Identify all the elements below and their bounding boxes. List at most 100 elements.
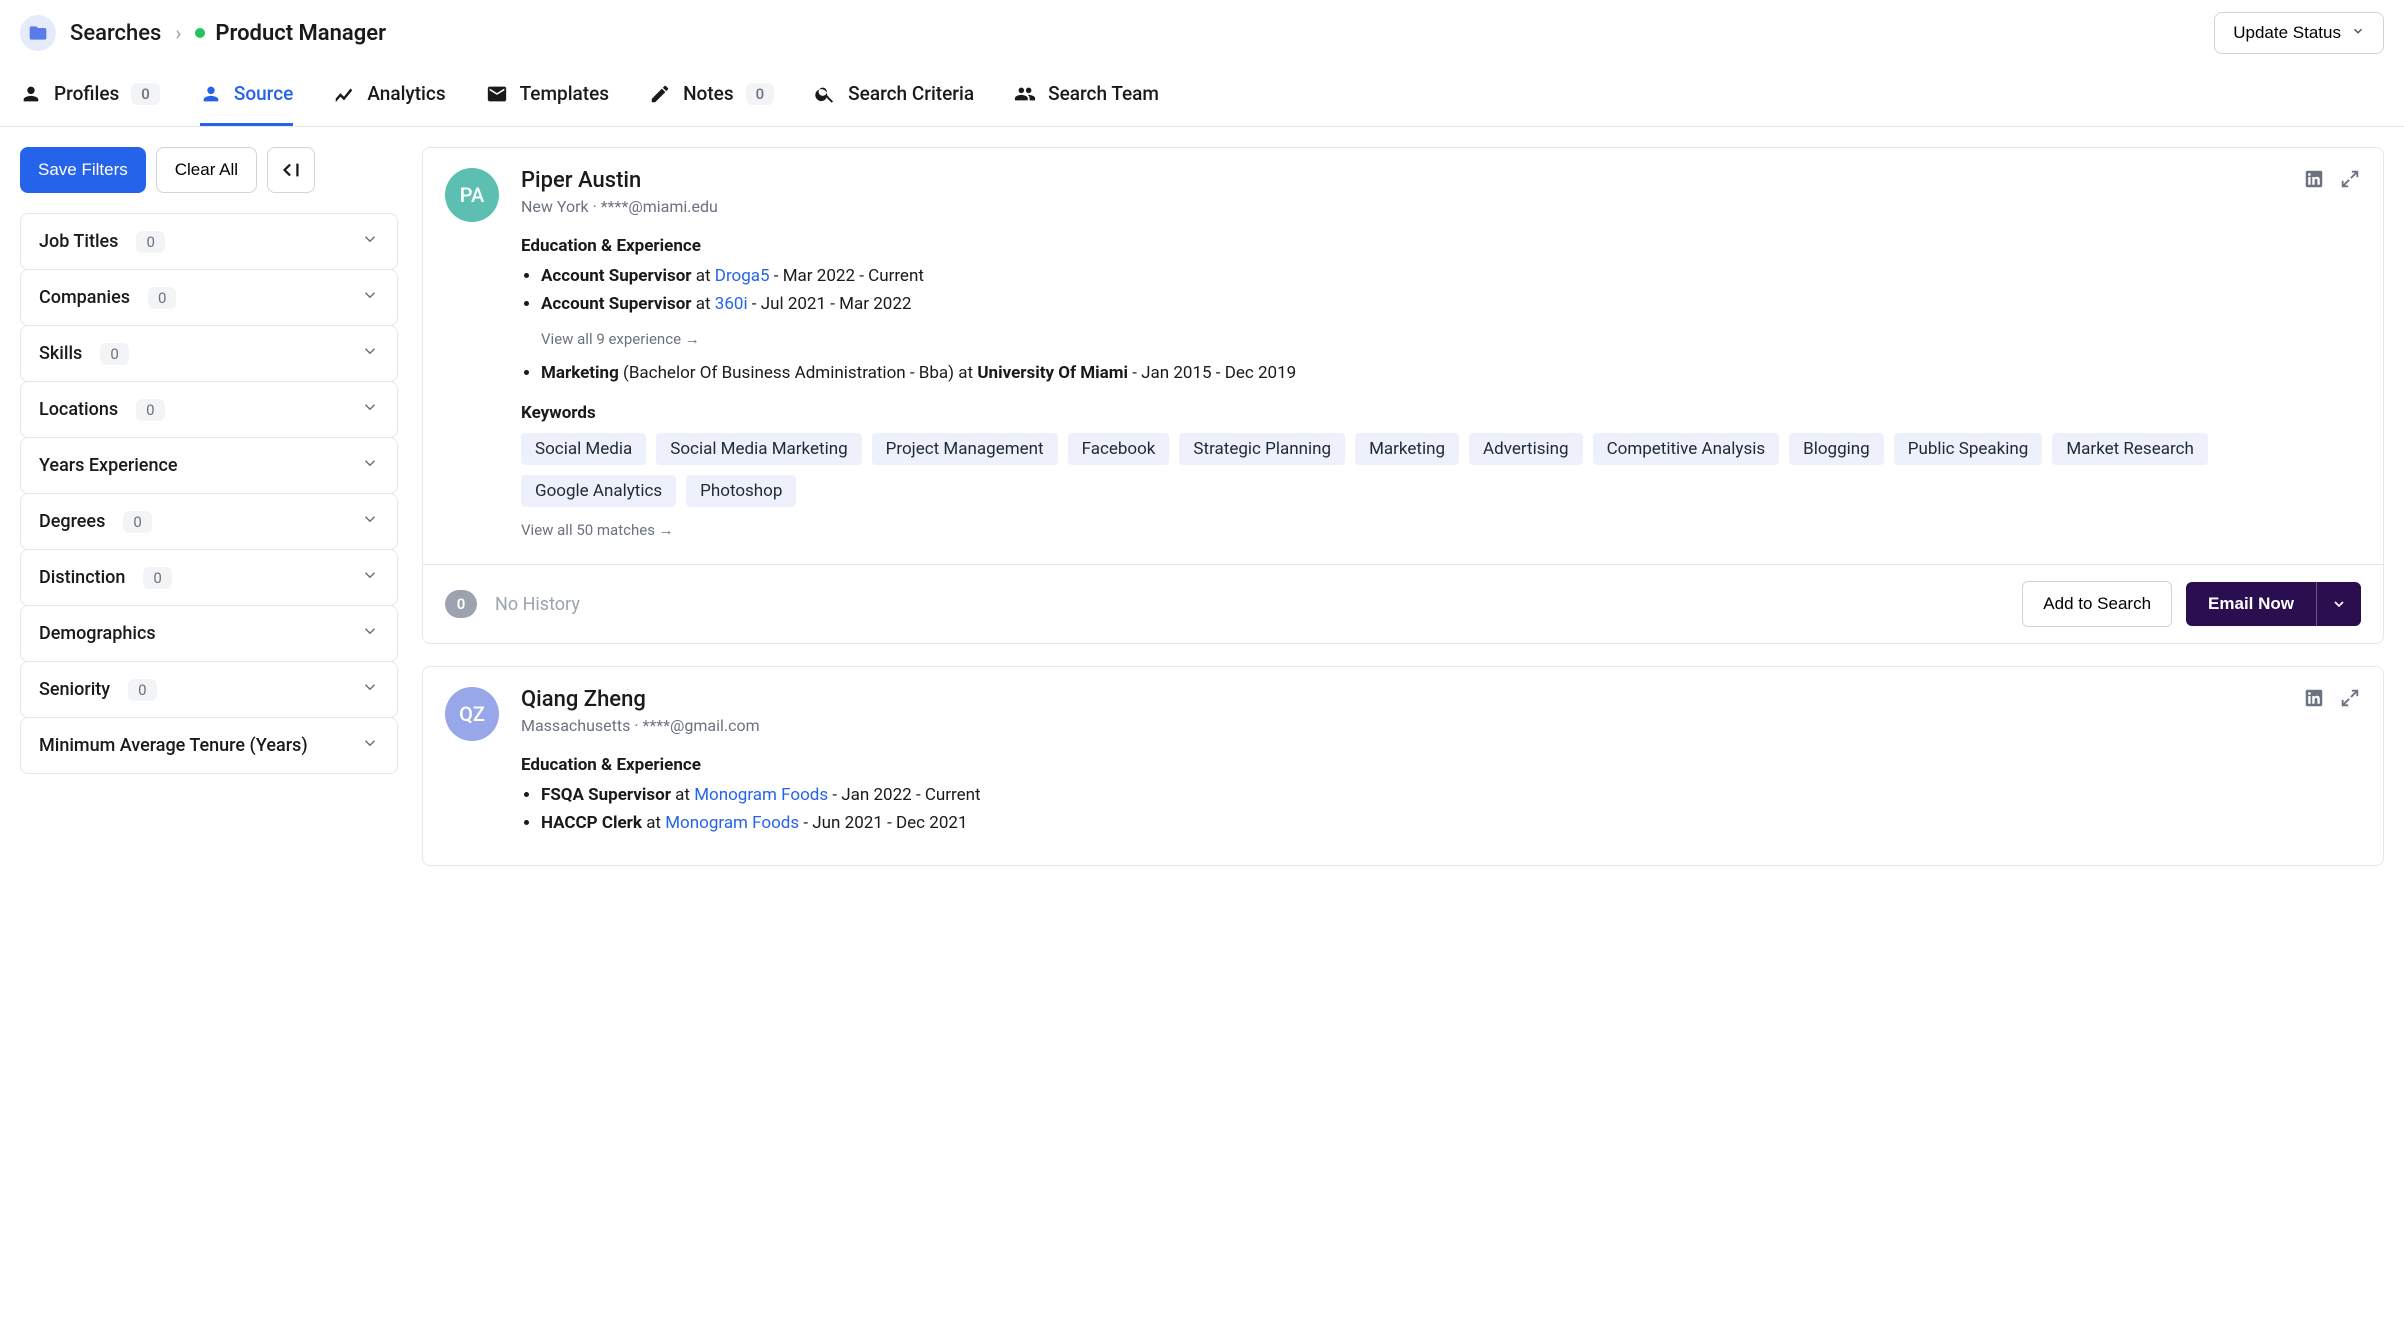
view-all-experience-link[interactable]: View all 9 experience → [541, 330, 700, 348]
tab-notes[interactable]: Notes 0 [649, 66, 774, 126]
experience-item: Account Supervisor at Droga5 - Mar 2022 … [541, 266, 2361, 286]
tab-label: Search Team [1048, 82, 1159, 105]
person-add-icon [200, 83, 222, 105]
keyword-tag[interactable]: Public Speaking [1894, 433, 2043, 465]
filter-skills[interactable]: Skills 0 [21, 326, 397, 381]
tab-label: Templates [520, 82, 609, 105]
keyword-tag[interactable]: Project Management [872, 433, 1058, 465]
tab-count: 0 [131, 83, 160, 105]
tab-analytics[interactable]: Analytics [333, 66, 445, 126]
search-icon [814, 83, 836, 105]
filter-companies[interactable]: Companies 0 [21, 270, 397, 325]
section-title-keywords: Keywords [521, 403, 2361, 423]
chevron-down-icon [361, 566, 379, 589]
history-count: 0 [445, 590, 477, 618]
filter-label: Seniority [39, 679, 110, 700]
tab-label: Source [234, 82, 294, 105]
chevron-down-icon [2351, 23, 2365, 43]
update-status-button[interactable]: Update Status [2214, 12, 2384, 54]
group-icon [1014, 83, 1036, 105]
filter-demographics[interactable]: Demographics [21, 606, 397, 661]
chevron-down-icon [361, 734, 379, 757]
tab-templates[interactable]: Templates [486, 66, 609, 126]
filter-count: 0 [136, 399, 164, 421]
keyword-tag[interactable]: Photoshop [686, 475, 796, 507]
filter-label: Degrees [39, 511, 105, 532]
experience-item: Account Supervisor at 360i - Jul 2021 - … [541, 294, 2361, 314]
save-filters-button[interactable]: Save Filters [20, 147, 146, 193]
keyword-tag[interactable]: Facebook [1068, 433, 1170, 465]
view-all-matches-link[interactable]: View all 50 matches → [521, 521, 674, 539]
company-link[interactable]: 360i [715, 294, 748, 314]
keyword-tag[interactable]: Blogging [1789, 433, 1884, 465]
results-column: PA Piper Austin New York · ****@miami.ed… [422, 147, 2384, 888]
education-item: Marketing (Bachelor Of Business Administ… [541, 363, 2361, 383]
chevron-down-icon [361, 230, 379, 253]
filter-distinction[interactable]: Distinction 0 [21, 550, 397, 605]
filter-label: Minimum Average Tenure (Years) [39, 735, 308, 756]
section-title-experience: Education & Experience [521, 755, 2361, 775]
tab-search-criteria[interactable]: Search Criteria [814, 66, 974, 126]
collapse-sidebar-button[interactable] [267, 147, 315, 193]
keyword-tag[interactable]: Marketing [1355, 433, 1459, 465]
add-to-search-button[interactable]: Add to Search [2022, 581, 2172, 627]
experience-item: FSQA Supervisor at Monogram Foods - Jan … [541, 785, 2361, 805]
chevron-down-icon [361, 678, 379, 701]
tab-profiles[interactable]: Profiles 0 [20, 66, 160, 126]
tab-label: Profiles [54, 82, 119, 105]
filter-label: Skills [39, 343, 82, 364]
email-now-button[interactable]: Email Now [2186, 582, 2316, 626]
keyword-tag[interactable]: Social Media Marketing [656, 433, 861, 465]
profile-card: PA Piper Austin New York · ****@miami.ed… [422, 147, 2384, 644]
chevron-down-icon [361, 398, 379, 421]
company-link[interactable]: Monogram Foods [665, 813, 799, 833]
filter-locations[interactable]: Locations 0 [21, 382, 397, 437]
keyword-tag[interactable]: Advertising [1469, 433, 1583, 465]
profile-subtitle: New York · ****@miami.edu [521, 197, 718, 216]
analytics-icon [333, 83, 355, 105]
email-now-dropdown[interactable] [2316, 582, 2361, 626]
filter-count: 0 [143, 567, 171, 589]
person-icon [20, 83, 42, 105]
filter-degrees[interactable]: Degrees 0 [21, 494, 397, 549]
status-dot-icon [195, 28, 205, 38]
filter-years-experience[interactable]: Years Experience [21, 438, 397, 493]
keyword-tag[interactable]: Google Analytics [521, 475, 676, 507]
tab-source[interactable]: Source [200, 66, 294, 126]
expand-icon[interactable] [2339, 168, 2361, 190]
filter-sidebar: Save Filters Clear All Job Titles 0 Comp… [20, 147, 398, 888]
chevron-down-icon [361, 342, 379, 365]
chevron-down-icon [361, 286, 379, 309]
keyword-tag[interactable]: Social Media [521, 433, 646, 465]
filter-count: 0 [136, 231, 164, 253]
tab-count: 0 [746, 83, 775, 105]
card-footer: 0 No History Add to Search Email Now [423, 564, 2383, 643]
company-link[interactable]: Droga5 [715, 266, 770, 286]
keyword-tag[interactable]: Market Research [2052, 433, 2207, 465]
linkedin-icon[interactable] [2303, 687, 2325, 709]
profile-name[interactable]: Piper Austin [521, 168, 718, 193]
tab-nav: Profiles 0 Source Analytics Templates No… [0, 66, 2404, 127]
tab-label: Search Criteria [848, 82, 974, 105]
pencil-icon [649, 83, 671, 105]
filter-seniority[interactable]: Seniority 0 [21, 662, 397, 717]
breadcrumb: Searches › Product Manager [20, 15, 386, 51]
folder-icon [20, 15, 56, 51]
expand-icon[interactable] [2339, 687, 2361, 709]
tab-search-team[interactable]: Search Team [1014, 66, 1159, 126]
linkedin-icon[interactable] [2303, 168, 2325, 190]
filter-count: 0 [128, 679, 156, 701]
keyword-tag[interactable]: Competitive Analysis [1593, 433, 1780, 465]
chevron-down-icon [361, 510, 379, 533]
profile-name[interactable]: Qiang Zheng [521, 687, 760, 712]
clear-all-button[interactable]: Clear All [156, 147, 257, 193]
filter-count: 0 [123, 511, 151, 533]
breadcrumb-root[interactable]: Searches [70, 21, 161, 46]
keyword-tag[interactable]: Strategic Planning [1179, 433, 1345, 465]
filter-count: 0 [100, 343, 128, 365]
filter-minimum-average-tenure-years-[interactable]: Minimum Average Tenure (Years) [21, 718, 397, 773]
company-link[interactable]: Monogram Foods [694, 785, 828, 805]
collapse-left-icon [280, 159, 302, 181]
filter-job-titles[interactable]: Job Titles 0 [21, 214, 397, 269]
history-label: No History [495, 594, 580, 615]
